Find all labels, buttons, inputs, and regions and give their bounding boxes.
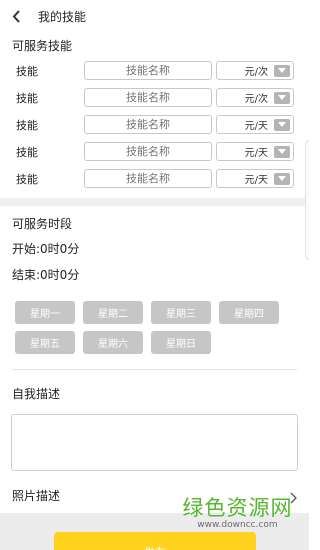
weekday-button-sat[interactable]: 星期六 bbox=[83, 331, 143, 354]
start-time-value[interactable]: 0时0分 bbox=[40, 242, 79, 256]
caret-down-icon bbox=[274, 172, 290, 185]
skill-label: 技能 bbox=[16, 172, 38, 186]
caret-down-icon bbox=[274, 64, 290, 77]
back-arrow-icon[interactable] bbox=[12, 9, 26, 23]
watermark: 绿色资源网 www.downcc.com bbox=[170, 496, 305, 531]
skill-name-input[interactable] bbox=[84, 142, 212, 161]
skill-label: 技能 bbox=[16, 64, 38, 78]
price-unit-value: 元/天 bbox=[244, 148, 268, 159]
skill-row: 技能 元/天 bbox=[0, 138, 309, 165]
skill-row: 技能 元/天 bbox=[0, 111, 309, 138]
description-title: 自我描述 bbox=[12, 387, 61, 401]
caret-down-icon bbox=[274, 118, 290, 131]
watermark-text: 绿色资源网 bbox=[182, 496, 293, 520]
price-unit-select[interactable]: 元/次 bbox=[216, 61, 294, 80]
weekday-button-sun[interactable]: 星期日 bbox=[151, 331, 211, 354]
skills-section-title: 可服务技能 bbox=[12, 39, 73, 53]
start-time-label: 开始: bbox=[12, 242, 41, 256]
price-unit-select[interactable]: 元/次 bbox=[216, 88, 294, 107]
weekday-button-fri[interactable]: 星期五 bbox=[15, 331, 75, 354]
skill-label: 技能 bbox=[16, 145, 38, 159]
top-bar: 我的技能 bbox=[0, 0, 309, 32]
price-unit-select[interactable]: 元/天 bbox=[216, 142, 294, 161]
caret-down-icon bbox=[274, 91, 290, 104]
skill-row: 技能 元/天 bbox=[0, 165, 309, 192]
skill-name-input[interactable] bbox=[84, 115, 212, 134]
divider bbox=[12, 369, 297, 370]
skill-list: 技能 元/次 技能 元/次 技能 元/天 技能 元/天 技能 元 bbox=[0, 57, 309, 192]
price-unit-value: 元/天 bbox=[244, 175, 268, 186]
caret-down-icon bbox=[274, 145, 290, 158]
skill-name-input[interactable] bbox=[84, 169, 212, 188]
skill-label: 技能 bbox=[16, 118, 38, 132]
weekday-button-mon[interactable]: 星期一 bbox=[15, 301, 75, 324]
price-unit-select[interactable]: 元/天 bbox=[216, 115, 294, 134]
weekday-row: 星期五 星期六 星期日 bbox=[15, 331, 309, 354]
page-title: 我的技能 bbox=[38, 9, 87, 24]
time-section-title: 可服务时段 bbox=[12, 217, 73, 231]
scroll-indicator[interactable] bbox=[305, 140, 309, 260]
weekday-button-wed[interactable]: 星期三 bbox=[151, 301, 211, 324]
publish-button[interactable]: 发布 bbox=[54, 532, 256, 550]
skill-label: 技能 bbox=[16, 91, 38, 105]
price-unit-value: 元/天 bbox=[244, 121, 268, 132]
end-time-row[interactable]: 结束:0时0分 bbox=[0, 268, 309, 282]
price-unit-value: 元/次 bbox=[244, 67, 268, 78]
weekday-selector: 星期一 星期二 星期三 星期四 星期五 星期六 星期日 bbox=[0, 301, 309, 354]
start-time-row[interactable]: 开始:0时0分 bbox=[0, 242, 309, 256]
end-time-value[interactable]: 0时0分 bbox=[40, 268, 79, 282]
price-unit-select[interactable]: 元/天 bbox=[216, 169, 294, 188]
end-time-label: 结束: bbox=[12, 268, 41, 282]
skill-name-input[interactable] bbox=[84, 61, 212, 80]
skill-name-input[interactable] bbox=[84, 88, 212, 107]
weekday-button-thu[interactable]: 星期四 bbox=[219, 301, 279, 324]
photo-description-label: 照片描述 bbox=[12, 488, 61, 503]
skill-row: 技能 元/次 bbox=[0, 57, 309, 84]
description-textarea[interactable] bbox=[11, 414, 298, 471]
price-unit-value: 元/次 bbox=[244, 94, 268, 105]
weekday-button-tue[interactable]: 星期二 bbox=[83, 301, 143, 324]
skill-row: 技能 元/次 bbox=[0, 84, 309, 111]
section-separator bbox=[0, 198, 309, 206]
watermark-url: www.downcc.com bbox=[197, 520, 278, 530]
weekday-row: 星期一 星期二 星期三 星期四 bbox=[15, 301, 309, 324]
